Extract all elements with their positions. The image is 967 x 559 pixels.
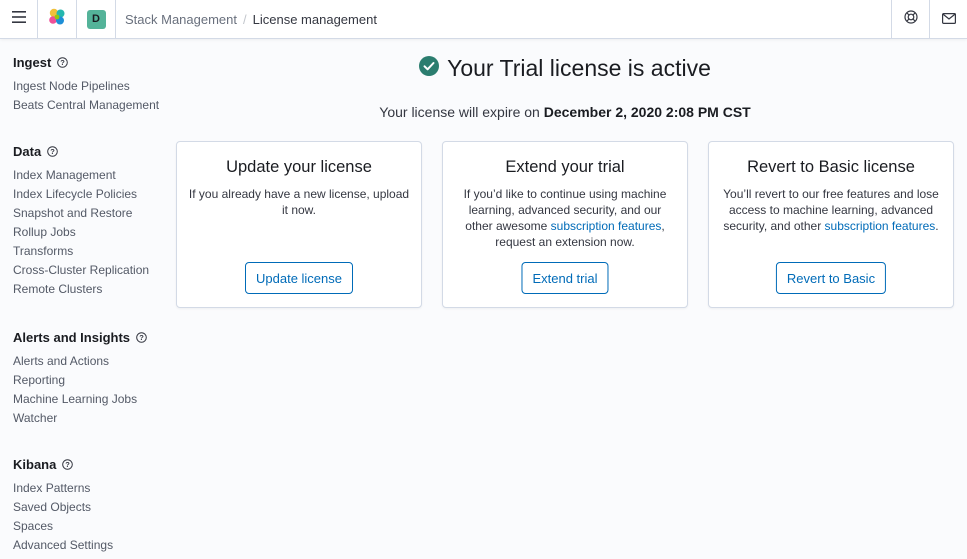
- check-circle-icon: [419, 56, 440, 81]
- breadcrumb-stack-management[interactable]: Stack Management: [125, 12, 237, 27]
- nav-item-remote-clusters[interactable]: Remote Clusters: [13, 280, 149, 299]
- menu-icon: [11, 10, 26, 28]
- svg-text:?: ?: [61, 58, 66, 67]
- nav-item-machine-learning-jobs[interactable]: Machine Learning Jobs: [13, 390, 147, 409]
- help-icon: [903, 10, 918, 29]
- space-avatar: D: [86, 9, 106, 29]
- subscription-features-link[interactable]: subscription features: [551, 219, 662, 233]
- card-title: Revert to Basic license: [747, 158, 915, 176]
- elastic-logo[interactable]: [38, 0, 77, 39]
- breadcrumb: Stack Management / License management: [125, 12, 377, 27]
- card-title: Update your license: [226, 158, 372, 176]
- revert-to-basic-button[interactable]: Revert to Basic: [775, 262, 887, 294]
- nav-item-reporting[interactable]: Reporting: [13, 371, 147, 390]
- nav-group-alerts-and-insights: Alerts and Insights? Alerts and Actions …: [13, 329, 147, 428]
- mail-icon: [941, 11, 956, 29]
- top-header: D Stack Management / License management: [0, 0, 967, 39]
- expiry-date: December 2, 2020 2:08 PM CST: [543, 104, 751, 120]
- nav-item-rollup-jobs[interactable]: Rollup Jobs: [13, 223, 149, 242]
- nav-item-saved-objects[interactable]: Saved Objects: [13, 498, 113, 517]
- extend-trial-card: Extend your trial If you’d like to conti…: [442, 141, 688, 308]
- nav-item-cross-cluster-replication[interactable]: Cross-Cluster Replication: [13, 261, 149, 280]
- menu-button[interactable]: [0, 0, 38, 39]
- nav-item-spaces[interactable]: Spaces: [13, 517, 113, 536]
- help-button[interactable]: [891, 0, 929, 39]
- nav-item-index-management[interactable]: Index Management: [13, 166, 149, 185]
- breadcrumb-license-management: License management: [252, 11, 377, 27]
- card-description: If you already have a new license, uploa…: [188, 186, 410, 218]
- nav-group-data: Data? Index Management Index Lifecycle P…: [13, 143, 149, 299]
- elastic-logo-icon: [47, 7, 67, 32]
- status-title-row: Your Trial license is active: [176, 55, 954, 82]
- newsfeed-button[interactable]: [929, 0, 967, 39]
- question-circle-icon[interactable]: ?: [62, 458, 74, 470]
- nav-item-index-patterns[interactable]: Index Patterns: [13, 479, 113, 498]
- breadcrumb-separator: /: [243, 11, 247, 27]
- revert-to-basic-card: Revert to Basic license You’ll revert to…: [708, 141, 954, 308]
- question-circle-icon[interactable]: ?: [136, 331, 147, 343]
- card-description: If you’d like to continue using machine …: [454, 186, 676, 250]
- nav-item-snapshot-and-restore[interactable]: Snapshot and Restore: [13, 204, 149, 223]
- update-license-card: Update your license If you already have …: [176, 141, 422, 308]
- card-description-text: If you already have a new license, uploa…: [188, 187, 410, 217]
- extend-trial-button[interactable]: Extend trial: [521, 262, 609, 294]
- svg-text:?: ?: [139, 333, 144, 342]
- page-title: Your Trial license is active: [447, 55, 711, 81]
- nav-group-title: Kibana: [13, 456, 57, 472]
- nav-item-watcher[interactable]: Watcher: [13, 409, 147, 428]
- svg-text:?: ?: [66, 460, 71, 469]
- expiry-prefix: Your license will expire on: [379, 104, 544, 120]
- license-expiry: Your license will expire on December 2, …: [176, 104, 954, 120]
- nav-item-beats-central-management[interactable]: Beats Central Management: [13, 96, 159, 115]
- question-circle-icon[interactable]: ?: [57, 56, 69, 68]
- card-description-text: .: [935, 219, 939, 233]
- nav-item-advanced-settings[interactable]: Advanced Settings: [13, 536, 113, 555]
- nav-group-ingest: Ingest? Ingest Node Pipelines Beats Cent…: [13, 54, 159, 115]
- update-license-button[interactable]: Update license: [245, 262, 353, 294]
- question-circle-icon[interactable]: ?: [47, 145, 58, 157]
- nav-group-title: Ingest: [13, 54, 52, 70]
- svg-text:?: ?: [50, 147, 55, 156]
- nav-group-kibana: Kibana? Index Patterns Saved Objects Spa…: [13, 456, 113, 555]
- nav-item-transforms[interactable]: Transforms: [13, 242, 149, 261]
- nav-group-title: Alerts and Insights: [13, 329, 131, 345]
- subscription-features-link[interactable]: subscription features: [825, 219, 936, 233]
- nav-item-alerts-and-actions[interactable]: Alerts and Actions: [13, 352, 147, 371]
- card-title: Extend your trial: [505, 158, 625, 176]
- card-description: You’ll revert to our free features and l…: [720, 186, 942, 234]
- nav-item-ingest-node-pipelines[interactable]: Ingest Node Pipelines: [13, 77, 159, 96]
- space-selector[interactable]: D: [77, 0, 116, 39]
- nav-item-index-lifecycle-policies[interactable]: Index Lifecycle Policies: [13, 185, 149, 204]
- nav-group-title: Data: [13, 143, 42, 159]
